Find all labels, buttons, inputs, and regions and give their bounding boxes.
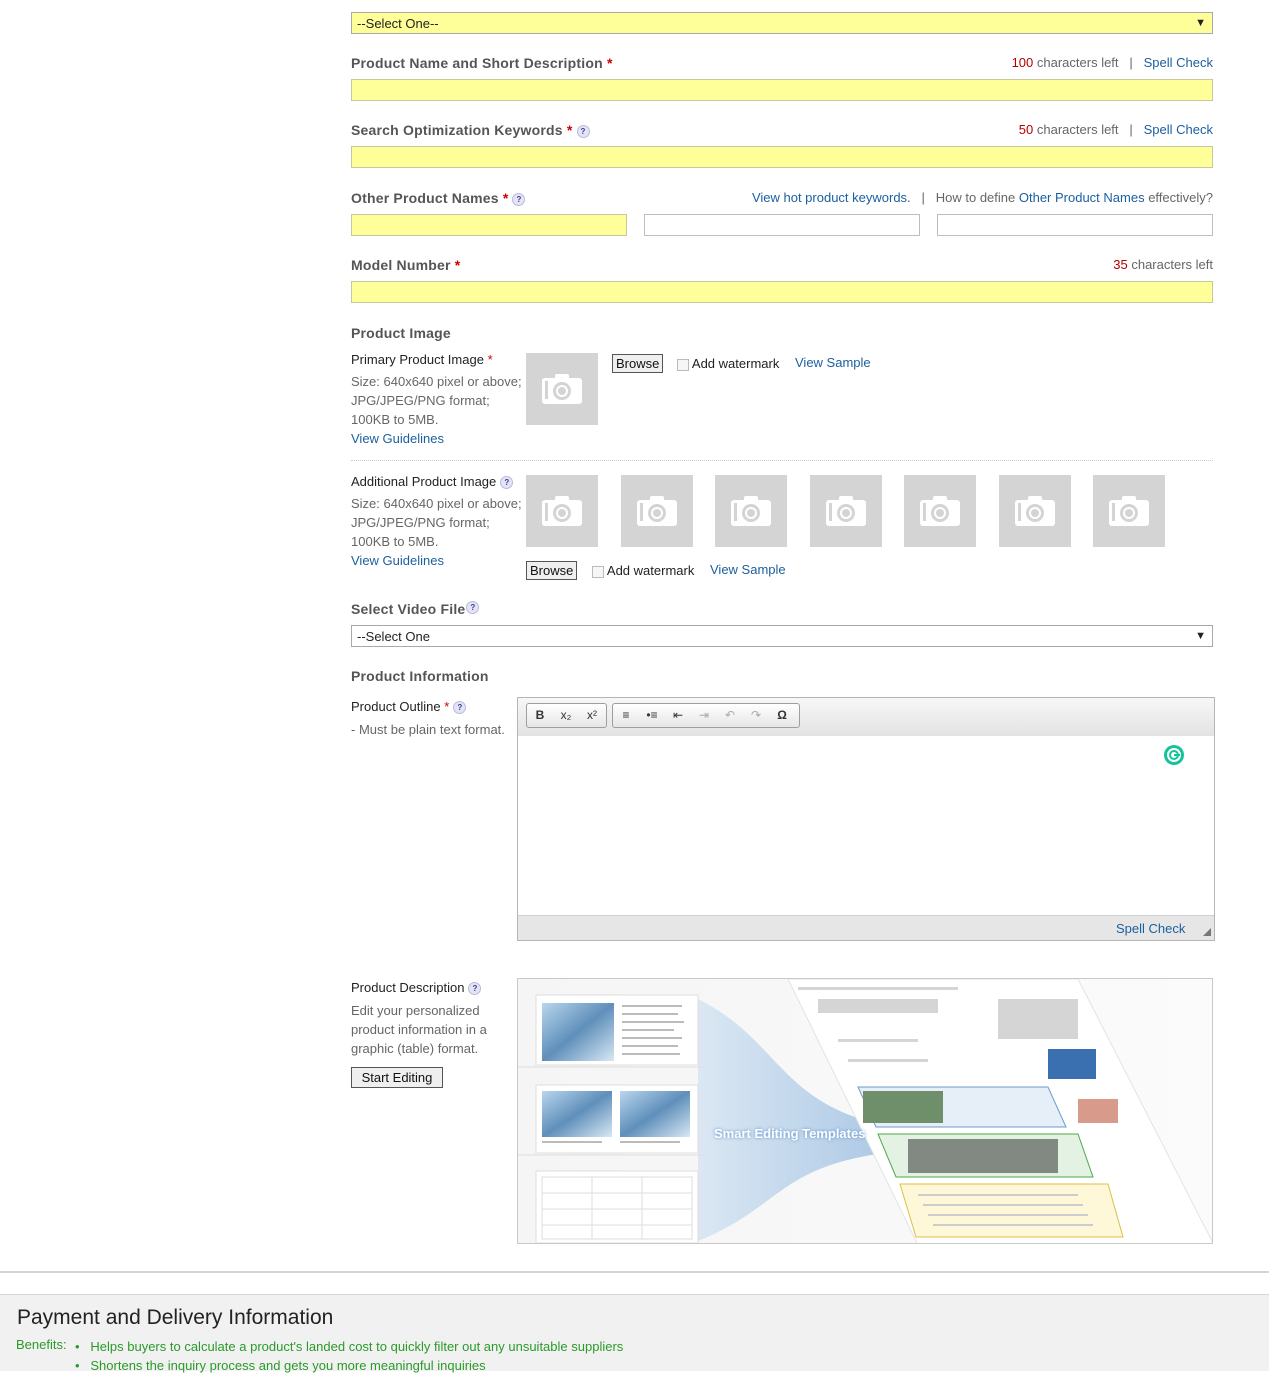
product-info-heading: Product Information <box>351 668 489 684</box>
view-sample-link[interactable]: View Sample <box>710 562 786 577</box>
product-description-help: Edit your personalized product informati… <box>351 1003 487 1056</box>
camera-icon <box>1014 496 1055 526</box>
grammarly-icon[interactable] <box>1164 745 1184 765</box>
other-names-help-link[interactable]: Other Product Names <box>1019 190 1145 205</box>
primary-image-placeholder[interactable] <box>526 353 598 425</box>
product-name-meta: 100 characters left | Spell Check <box>1011 55 1213 70</box>
bulleted-list-icon[interactable]: •≡ <box>639 704 665 727</box>
spell-check-link[interactable]: Spell Check <box>1144 122 1213 137</box>
other-names-meta: View hot product keywords. | How to defi… <box>751 190 1213 205</box>
benefit-item: • Shortens the inquiry process and gets … <box>75 1358 486 1373</box>
camera-icon <box>1109 496 1149 526</box>
other-name-input-1[interactable] <box>351 214 627 236</box>
indent-icon[interactable]: ⇥ <box>691 704 717 727</box>
video-label: Select Video File? <box>351 601 480 617</box>
help-icon[interactable]: ? <box>576 124 590 138</box>
category-select-value: --Select One-- <box>357 16 439 31</box>
watermark-option[interactable]: Add watermark <box>677 356 779 371</box>
payment-title: Payment and Delivery Information <box>17 1306 334 1329</box>
divider <box>351 460 1213 461</box>
start-editing-button[interactable]: Start Editing <box>351 1067 443 1088</box>
spell-check-link[interactable]: Spell Check <box>1116 921 1185 936</box>
video-select[interactable]: --Select One ▼ <box>351 625 1213 647</box>
camera-icon <box>636 496 677 526</box>
product-name-input[interactable] <box>351 79 1213 101</box>
editor-status-bar <box>518 915 1214 940</box>
model-number-label: Model Number * <box>351 257 461 273</box>
toolbar-group-format: Bx₂ x² <box>526 703 607 728</box>
additional-image-label: Additional Product Image? <box>351 474 514 490</box>
product-name-label: Product Name and Short Description * <box>351 55 613 71</box>
benefit-item: • Helps buyers to calculate a product's … <box>75 1339 624 1354</box>
benefits-label: Benefits: <box>16 1337 67 1352</box>
help-icon[interactable]: ? <box>466 601 480 614</box>
help-icon[interactable]: ? <box>500 476 514 490</box>
additional-image-placeholder[interactable] <box>904 475 976 547</box>
primary-image-requirements: Size: 640x640 pixel or above; JPG/JPEG/P… <box>351 374 522 448</box>
keywords-meta: 50 characters left | Spell Check <box>1018 122 1213 137</box>
model-number-input[interactable] <box>351 281 1213 303</box>
video-select-value: --Select One <box>357 629 430 644</box>
chevron-down-icon: ▼ <box>1195 17 1206 29</box>
additional-image-placeholder[interactable] <box>1093 475 1165 547</box>
spell-check-link[interactable]: Spell Check <box>1144 55 1213 70</box>
keywords-label: Search Optimization Keywords *? <box>351 122 590 138</box>
section-divider <box>0 1271 1269 1273</box>
benefits-list: • Helps buyers to calculate a product's … <box>75 1337 623 1375</box>
watermark-checkbox[interactable] <box>677 358 689 371</box>
view-sample-link[interactable]: View Sample <box>795 355 871 370</box>
browse-button[interactable]: Browse <box>526 561 578 580</box>
keywords-input[interactable] <box>351 146 1213 168</box>
additional-image-placeholder[interactable] <box>809 475 882 547</box>
product-image-heading: Product Image <box>351 325 451 341</box>
primary-image-label: Primary Product Image * <box>351 352 493 367</box>
additional-image-placeholder[interactable] <box>620 475 693 547</box>
other-name-input-3[interactable] <box>937 214 1213 236</box>
camera-icon <box>542 496 582 526</box>
camera-icon <box>731 496 771 526</box>
chevron-down-icon: ▼ <box>1195 630 1206 642</box>
other-name-input-2[interactable] <box>644 214 920 236</box>
outdent-icon[interactable]: ⇤ <box>665 704 691 727</box>
browse-button[interactable]: Browse <box>612 354 664 373</box>
additional-image-requirements: Size: 640x640 pixel or above; JPG/JPEG/P… <box>351 496 522 570</box>
product-description-label: Product Description? <box>351 980 482 996</box>
view-guidelines-link[interactable]: View Guidelines <box>351 551 522 570</box>
resize-handle-icon[interactable] <box>1203 928 1211 936</box>
bold-button[interactable]: B <box>527 704 553 727</box>
product-outline-label: Product Outline *? <box>351 699 467 715</box>
model-number-meta: 35 characters left <box>1113 257 1213 272</box>
chars-left-count: 100 <box>1011 55 1034 70</box>
view-guidelines-link[interactable]: View Guidelines <box>351 429 522 448</box>
camera-icon <box>920 496 960 526</box>
undo-icon[interactable]: ↶ <box>717 704 743 727</box>
other-names-label: Other Product Names *? <box>351 190 526 206</box>
product-outline-note: - Must be plain text format. <box>351 722 505 737</box>
chars-left-count: 35 <box>1113 257 1128 272</box>
watermark-option[interactable]: Add watermark <box>592 563 694 578</box>
subscript-button[interactable]: x₂ <box>553 704 579 727</box>
additional-image-placeholder[interactable] <box>526 475 598 547</box>
numbered-list-icon[interactable]: ≡ <box>613 704 639 727</box>
editor-text-area[interactable] <box>518 736 1214 914</box>
help-icon[interactable]: ? <box>512 192 526 206</box>
help-icon[interactable]: ? <box>453 701 467 715</box>
smart-templates-banner[interactable]: Smart Editing Templates <box>517 978 1213 1244</box>
special-char-button[interactable]: Ω <box>769 704 795 727</box>
superscript-button[interactable]: x² <box>579 704 605 727</box>
camera-icon <box>542 374 582 404</box>
templates-banner-text: Smart Editing Templates <box>714 1126 866 1141</box>
redo-icon[interactable]: ↷ <box>743 704 769 727</box>
outline-editor <box>517 697 1215 941</box>
hot-keywords-link[interactable]: View hot product keywords. <box>752 190 911 205</box>
additional-image-placeholder[interactable] <box>715 475 787 547</box>
additional-image-placeholder[interactable] <box>998 475 1071 547</box>
chars-left-count: 50 <box>1018 122 1034 137</box>
templates-illustration <box>518 979 1212 1243</box>
help-icon[interactable]: ? <box>468 982 482 996</box>
category-select[interactable]: --Select One-- ▼ <box>351 12 1213 34</box>
camera-icon <box>825 496 866 526</box>
toolbar-group-lists: ≡ •≡ ⇤ ⇥ ↶ ↷ Ω <box>612 703 800 728</box>
watermark-checkbox[interactable] <box>592 565 604 578</box>
